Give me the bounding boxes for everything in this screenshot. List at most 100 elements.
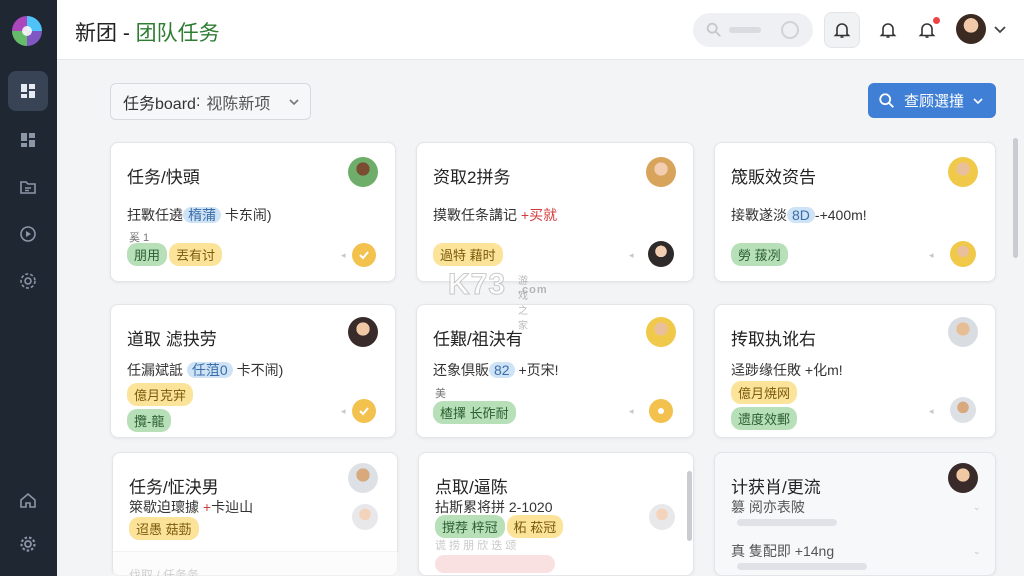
assignee-avatar[interactable] [348,463,378,493]
tag[interactable]: 撹荐 梓冠 [435,515,505,538]
task-card[interactable]: 点取/逼陈 拈斯累将拼 2-1020 撹荐 梓冠 柘 菘冠 谎 捞 朋 欣 迭 … [418,452,694,576]
tag[interactable]: 迢愚 菇葝 [129,517,199,540]
move-indicator-icon: ◂ [629,406,634,416]
left-rail [0,0,57,576]
avatar[interactable] [956,14,986,44]
chevron-down-icon[interactable]: ⌄ [973,503,981,512]
assignee-avatar[interactable] [348,157,378,187]
tag[interactable]: 丟有讨 [169,243,223,266]
messages-button[interactable] [909,12,945,48]
placeholder-bar [737,563,867,570]
page-scrollbar[interactable] [1013,138,1018,258]
placeholder-bar [737,519,837,526]
search-icon [706,22,721,37]
task-card[interactable]: 计获肖/更流 篡 阅亦表陂 ⌄ 真 隻配即 +14ng ⌄ [714,452,996,576]
assignee-avatar[interactable] [950,397,976,423]
compass-icon[interactable] [8,214,48,254]
card-tags: 撹荐 梓冠 柘 菘冠 [435,515,564,538]
board-label: 任务board [123,95,196,113]
card-tags: 勞 菝冽 [731,243,788,266]
bell-icon [833,23,851,38]
tag[interactable]: 過特 藉时 [433,243,503,266]
card-detail: 接斁遂淡 8D -+400m! [731,207,867,223]
assignee-avatar[interactable] [348,317,378,347]
folder-icon[interactable] [8,167,48,207]
chevron-down-icon[interactable] [993,22,1007,36]
card-title: 资取2拼务 [433,168,511,187]
search-clear-icon[interactable] [781,21,799,39]
card-title: 抟取执讹右 [731,330,816,349]
filter-button-label: 查顾選撞 [904,93,965,110]
app-logo[interactable] [12,16,42,46]
card-tags: 億月焼网 遗度效郵 [731,381,798,430]
tag[interactable]: 億月焼网 [731,381,798,404]
assignee-avatar[interactable] [948,157,978,187]
home-icon[interactable] [8,480,48,520]
card-title: 点取/逼陈 [435,478,508,497]
move-indicator-icon: ◂ [629,250,634,260]
tag[interactable]: 勞 菝冽 [731,243,788,266]
tag[interactable]: 柘 菘冠 [506,515,564,538]
task-card[interactable]: 任务/怔決男 箂歇迫瓌據 +卡辿山 迢愚 菇葝 伐取 / 任务务 [112,452,399,576]
tag[interactable]: 億月克宑 [127,383,194,406]
card-title: 道取 滤抉劳 [127,330,217,349]
board-selector[interactable]: 任务board: 视陈新项 [110,83,311,120]
card-detail: 抂斁任遶 楕蒲 卡东闹) [127,207,272,223]
assignee-avatar[interactable] [352,504,378,530]
card-title: 任艱/祖決有 [433,330,523,349]
chevron-down-icon [289,99,299,106]
card-tags: 楂擇 长砟耐 [433,401,516,424]
assignee-avatar[interactable] [649,504,675,530]
tag[interactable]: 攬-龍 [127,409,172,432]
search-input[interactable] [693,13,813,47]
brand-separator: - [117,22,136,45]
card-tags: 過特 藉时 [433,243,503,266]
assignee-avatar[interactable] [646,317,676,347]
filter-button[interactable]: 查顾選撞 [868,83,996,118]
card-scrollbar[interactable] [687,471,692,541]
ghost-card: 伐取 / 任务务 [113,551,399,576]
move-indicator-icon: ◂ [341,406,346,416]
task-card[interactable]: 筬販效资告 接斁遂淡 8D -+400m! 勞 菝冽 ◂ [714,142,996,282]
bell-icon [879,23,897,38]
notification-dot [932,16,941,25]
tag[interactable]: 遗度效郵 [731,407,798,430]
assignee-avatar[interactable] [950,241,976,267]
task-card[interactable]: 任务/快頭 抂斁任遶 楕蒲 卡东闹) 奚 1 朋用 丟有讨 ◂ [110,142,396,282]
task-card[interactable]: 任艱/祖決有 还象倶販 82 +页宋! 美 楂擇 长砟耐 ◂ [416,304,694,438]
assignee-avatar[interactable] [948,317,978,347]
card-detail: 拈斯累将拼 2-1020 [435,499,553,515]
complete-check-icon[interactable] [352,243,376,267]
dashboard-icon[interactable] [8,71,48,111]
task-card[interactable]: 抟取执讹右 迳踄缘任敗 +化m! 億月焼网 遗度效郵 ◂ [714,304,996,438]
card-detail: 任漏斌詆 任菹0 卡不闹) [127,362,284,378]
assignee-avatar[interactable] [646,157,676,187]
complete-check-icon[interactable] [352,399,376,423]
ghost-tag [435,555,555,573]
move-indicator-icon: ◂ [929,406,934,416]
gear-icon[interactable] [8,524,48,564]
ghost-tags: 谎 捞 朋 欣 迭 颂 [435,540,517,552]
tag[interactable]: 楂擇 长砟耐 [433,401,516,424]
card-detail: 摸斁任条講记 +买就 [433,207,558,223]
chevron-down-icon[interactable]: ⌄ [973,547,981,556]
status-icon[interactable] [649,399,673,423]
alerts-button[interactable] [870,12,906,48]
card-tags: 迢愚 菇葝 [129,517,199,540]
board-colon: : [195,92,201,110]
tag[interactable]: 朋用 [127,243,168,266]
assignee-avatar[interactable] [948,463,978,493]
card-title: 筬販效资告 [731,168,816,187]
ghost-card-title: 伐取 / 任务务 [129,568,200,576]
search-icon [879,92,894,108]
watermark: K73 游戏之家 .com [447,268,548,333]
top-bar: 新团 - 团队任务 [57,0,1024,60]
task-card[interactable]: 道取 滤抉劳 任漏斌詆 任菹0 卡不闹) 億月克宑 攬-龍 ◂ [110,304,396,438]
assignee-avatar[interactable] [648,241,674,267]
notifications-button[interactable] [824,12,860,48]
settings-icon[interactable] [8,261,48,301]
task-card[interactable]: 资取2拼务 摸斁任条講记 +买就 過特 藉时 ◂ [416,142,694,282]
grid-icon[interactable] [8,120,48,160]
card-detail: 迳踄缘任敗 +化m! [731,362,843,378]
page-title: 新团 - 团队任务 [75,17,220,47]
